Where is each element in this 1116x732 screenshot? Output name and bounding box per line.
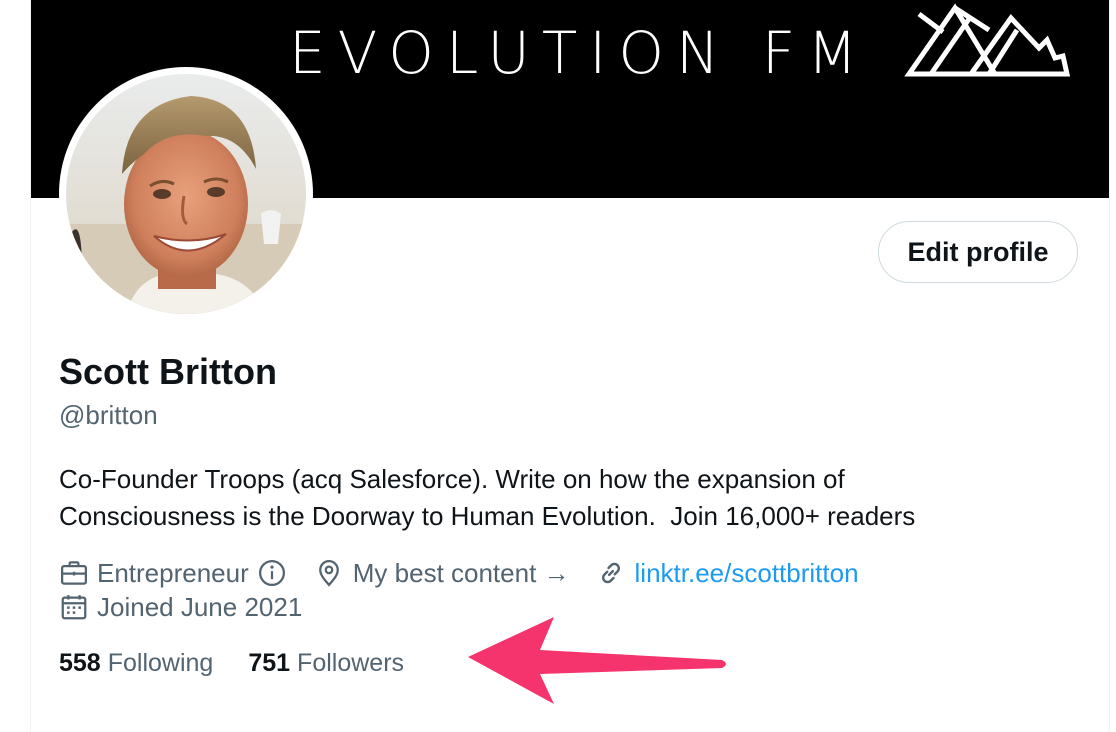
profile-meta-row: Entrepreneur My best content → linktr.ee…	[59, 556, 859, 590]
briefcase-icon	[61, 561, 87, 585]
banner-title: EVOLUTION FM	[289, 19, 870, 87]
profile-name: Scott Britton	[59, 351, 277, 392]
profile-meta-row-joined: Joined June 2021	[59, 590, 302, 624]
page-margin-right	[1109, 0, 1116, 732]
edit-profile-button[interactable]: Edit profile	[878, 221, 1078, 283]
location-item: My best content →	[314, 556, 570, 590]
following-link[interactable]: 558 Following	[59, 646, 213, 680]
avatar-photo	[66, 74, 306, 314]
website-item[interactable]: linktr.ee/scottbritton	[596, 556, 859, 590]
bio-line: Consciousness is the Doorway to Human Ev…	[59, 501, 916, 531]
following-label: Following	[107, 649, 214, 677]
page-margin-left	[0, 0, 31, 732]
location-label: My best content →	[352, 558, 570, 588]
following-count: 558	[59, 649, 101, 677]
annotation-arrow-icon	[468, 617, 726, 704]
info-icon[interactable]	[257, 558, 287, 588]
mountain-logo-icon	[904, 3, 1071, 77]
followers-count: 751	[248, 649, 291, 677]
profile-handle: @britton	[59, 400, 158, 430]
followers-link[interactable]: 751 Followers	[248, 646, 404, 680]
joined-label: Joined June 2021	[97, 592, 303, 622]
joined-item: Joined June 2021	[59, 590, 302, 624]
profile-bio: Co-Founder Troops (acq Salesforce). Writ…	[59, 461, 1059, 535]
category-item: Entrepreneur	[59, 556, 287, 590]
category-label: Entrepreneur	[97, 558, 249, 588]
avatar[interactable]	[66, 74, 306, 314]
bio-line: Co-Founder Troops (acq Salesforce). Writ…	[59, 464, 845, 494]
location-pin-icon	[318, 560, 339, 587]
followers-label: Followers	[297, 649, 405, 677]
link-icon	[601, 562, 620, 584]
follow-stats: 558 Following 751 Followers	[59, 646, 404, 680]
calendar-icon	[61, 595, 87, 620]
website-link[interactable]: linktr.ee/scottbritton	[635, 556, 859, 590]
